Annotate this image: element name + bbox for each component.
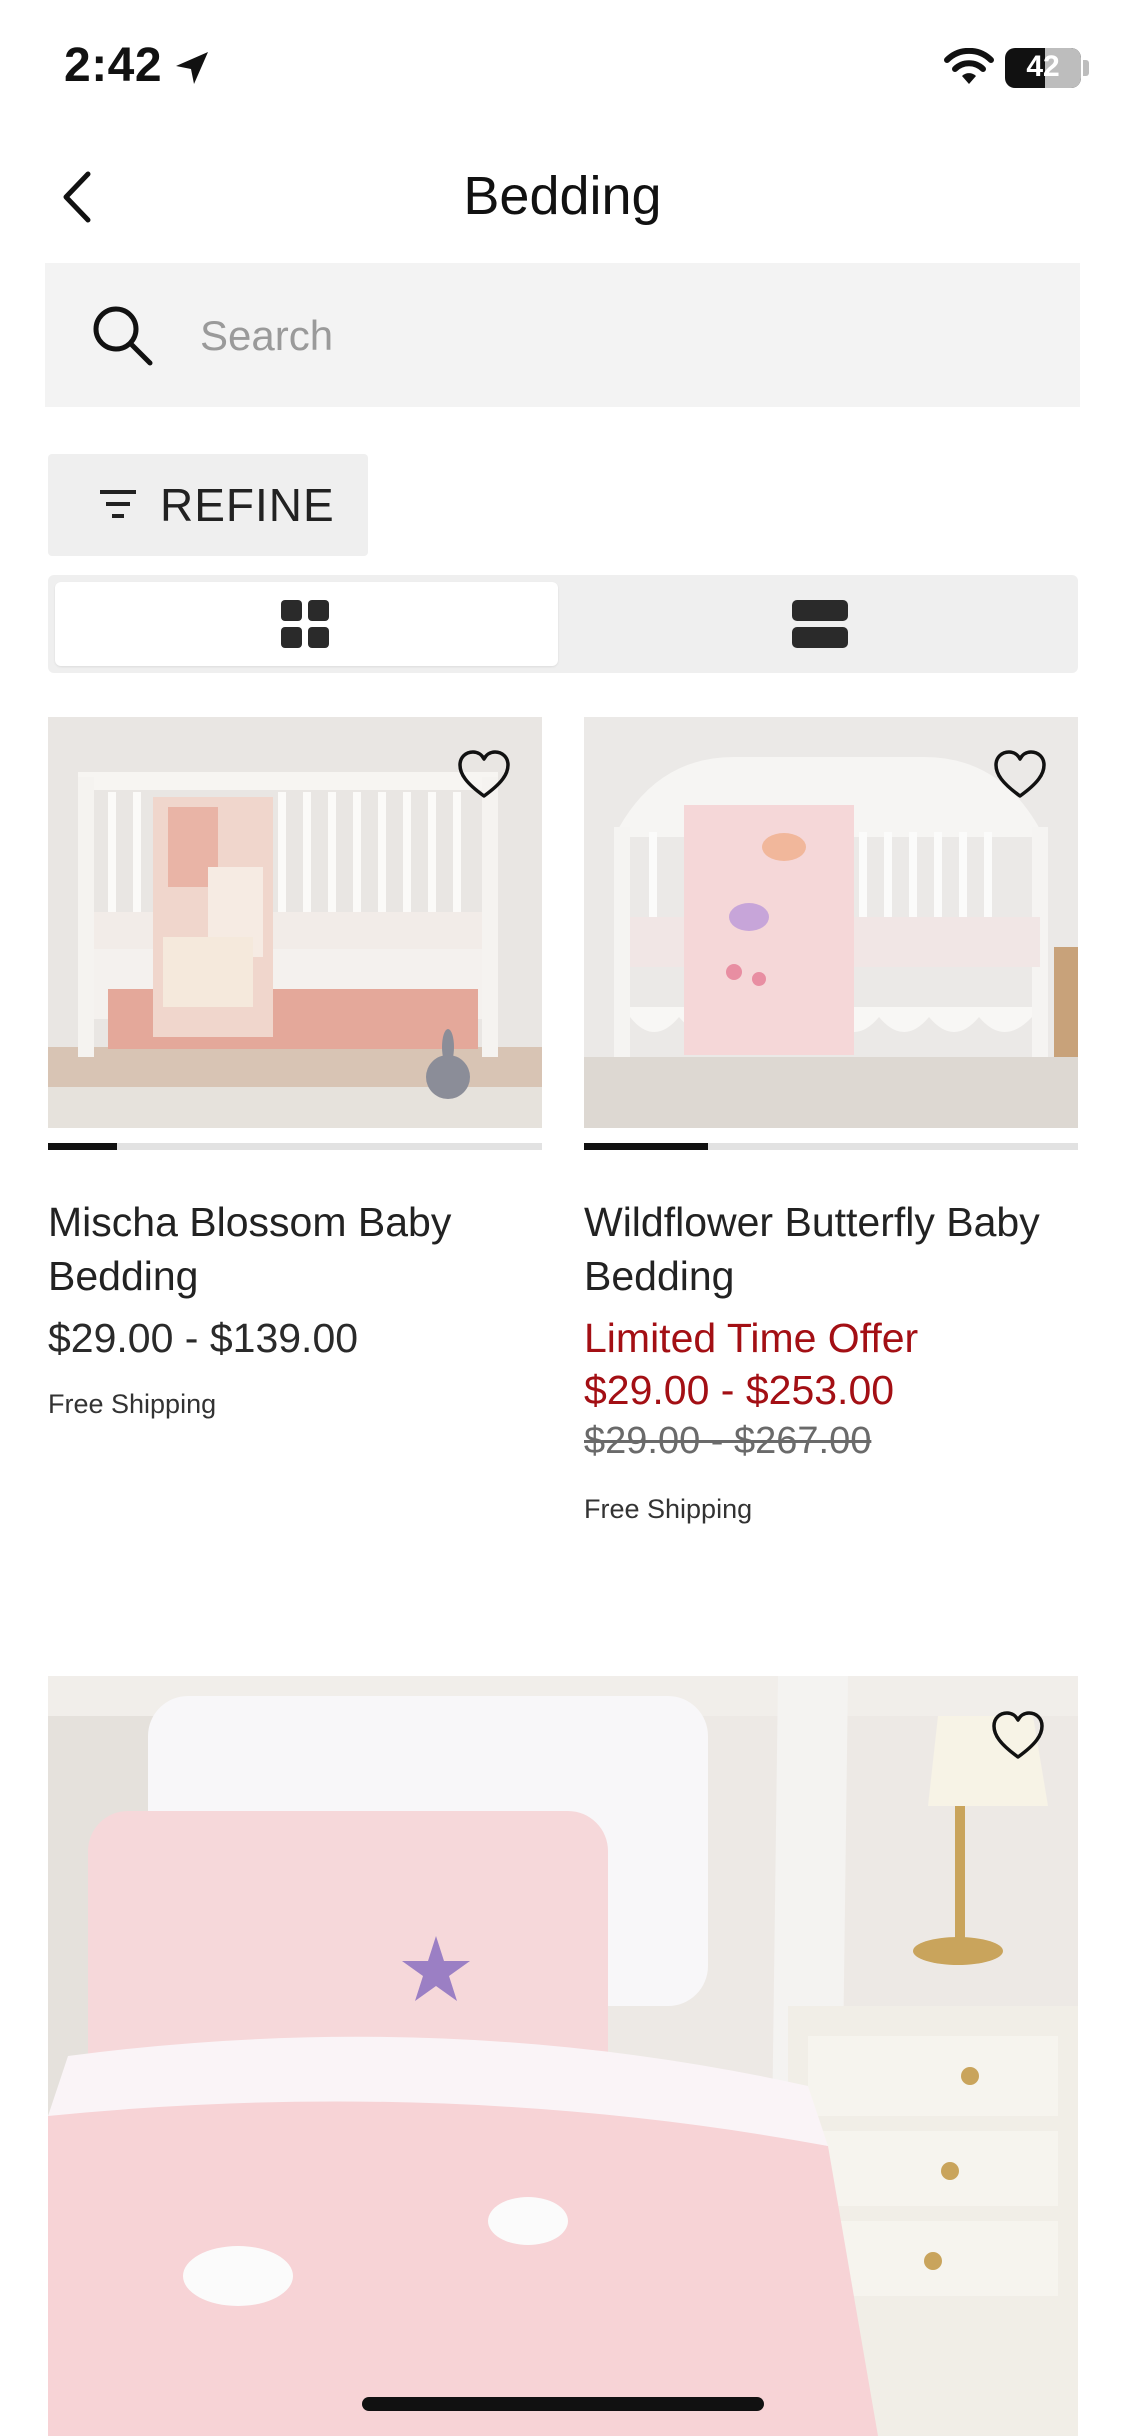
image-carousel-indicator [584, 1143, 1078, 1150]
status-time: 2:42 [64, 39, 163, 92]
offer-label: Limited Time Offer [584, 1315, 919, 1361]
heart-icon[interactable] [456, 749, 512, 801]
refine-label: REFINE [160, 479, 335, 531]
product-name[interactable]: Mischa Blossom Baby Bedding [48, 1195, 542, 1303]
product-image[interactable] [584, 717, 1078, 1128]
wifi-icon [944, 48, 994, 84]
battery-cap [1083, 60, 1089, 76]
grid-view-icon [281, 600, 329, 648]
search-input[interactable] [200, 300, 1020, 372]
product-card[interactable]: Mischa Blossom Baby Bedding $29.00 - $13… [48, 717, 542, 1557]
battery-icon: 42 [1005, 48, 1081, 88]
filter-icon [100, 490, 136, 518]
carousel-progress [48, 1143, 118, 1150]
shipping-info: Free Shipping [584, 1494, 753, 1524]
product-image-large[interactable] [48, 1676, 1078, 2436]
product-name[interactable]: Wildflower Butterfly Baby Bedding [584, 1195, 1078, 1303]
battery-level: 42 [1026, 50, 1060, 83]
location-arrow-icon [176, 52, 208, 84]
heart-icon[interactable] [990, 1710, 1046, 1762]
search-icon [93, 306, 153, 366]
shipping-info: Free Shipping [48, 1389, 217, 1419]
list-view-icon [792, 600, 848, 648]
heart-icon[interactable] [992, 749, 1048, 801]
image-carousel-indicator [48, 1143, 542, 1150]
original-price: $29.00 - $267.00 [584, 1420, 872, 1462]
status-bar: 2:42 42 [0, 0, 1125, 132]
product-image[interactable] [48, 717, 542, 1128]
carousel-progress [584, 1143, 708, 1150]
sale-price: $29.00 - $253.00 [584, 1367, 895, 1413]
product-price: $29.00 - $139.00 [48, 1315, 359, 1361]
product-card[interactable]: Wildflower Butterfly Baby Bedding Limite… [584, 717, 1078, 1557]
home-indicator [362, 2397, 764, 2411]
page-title: Bedding [463, 166, 662, 226]
